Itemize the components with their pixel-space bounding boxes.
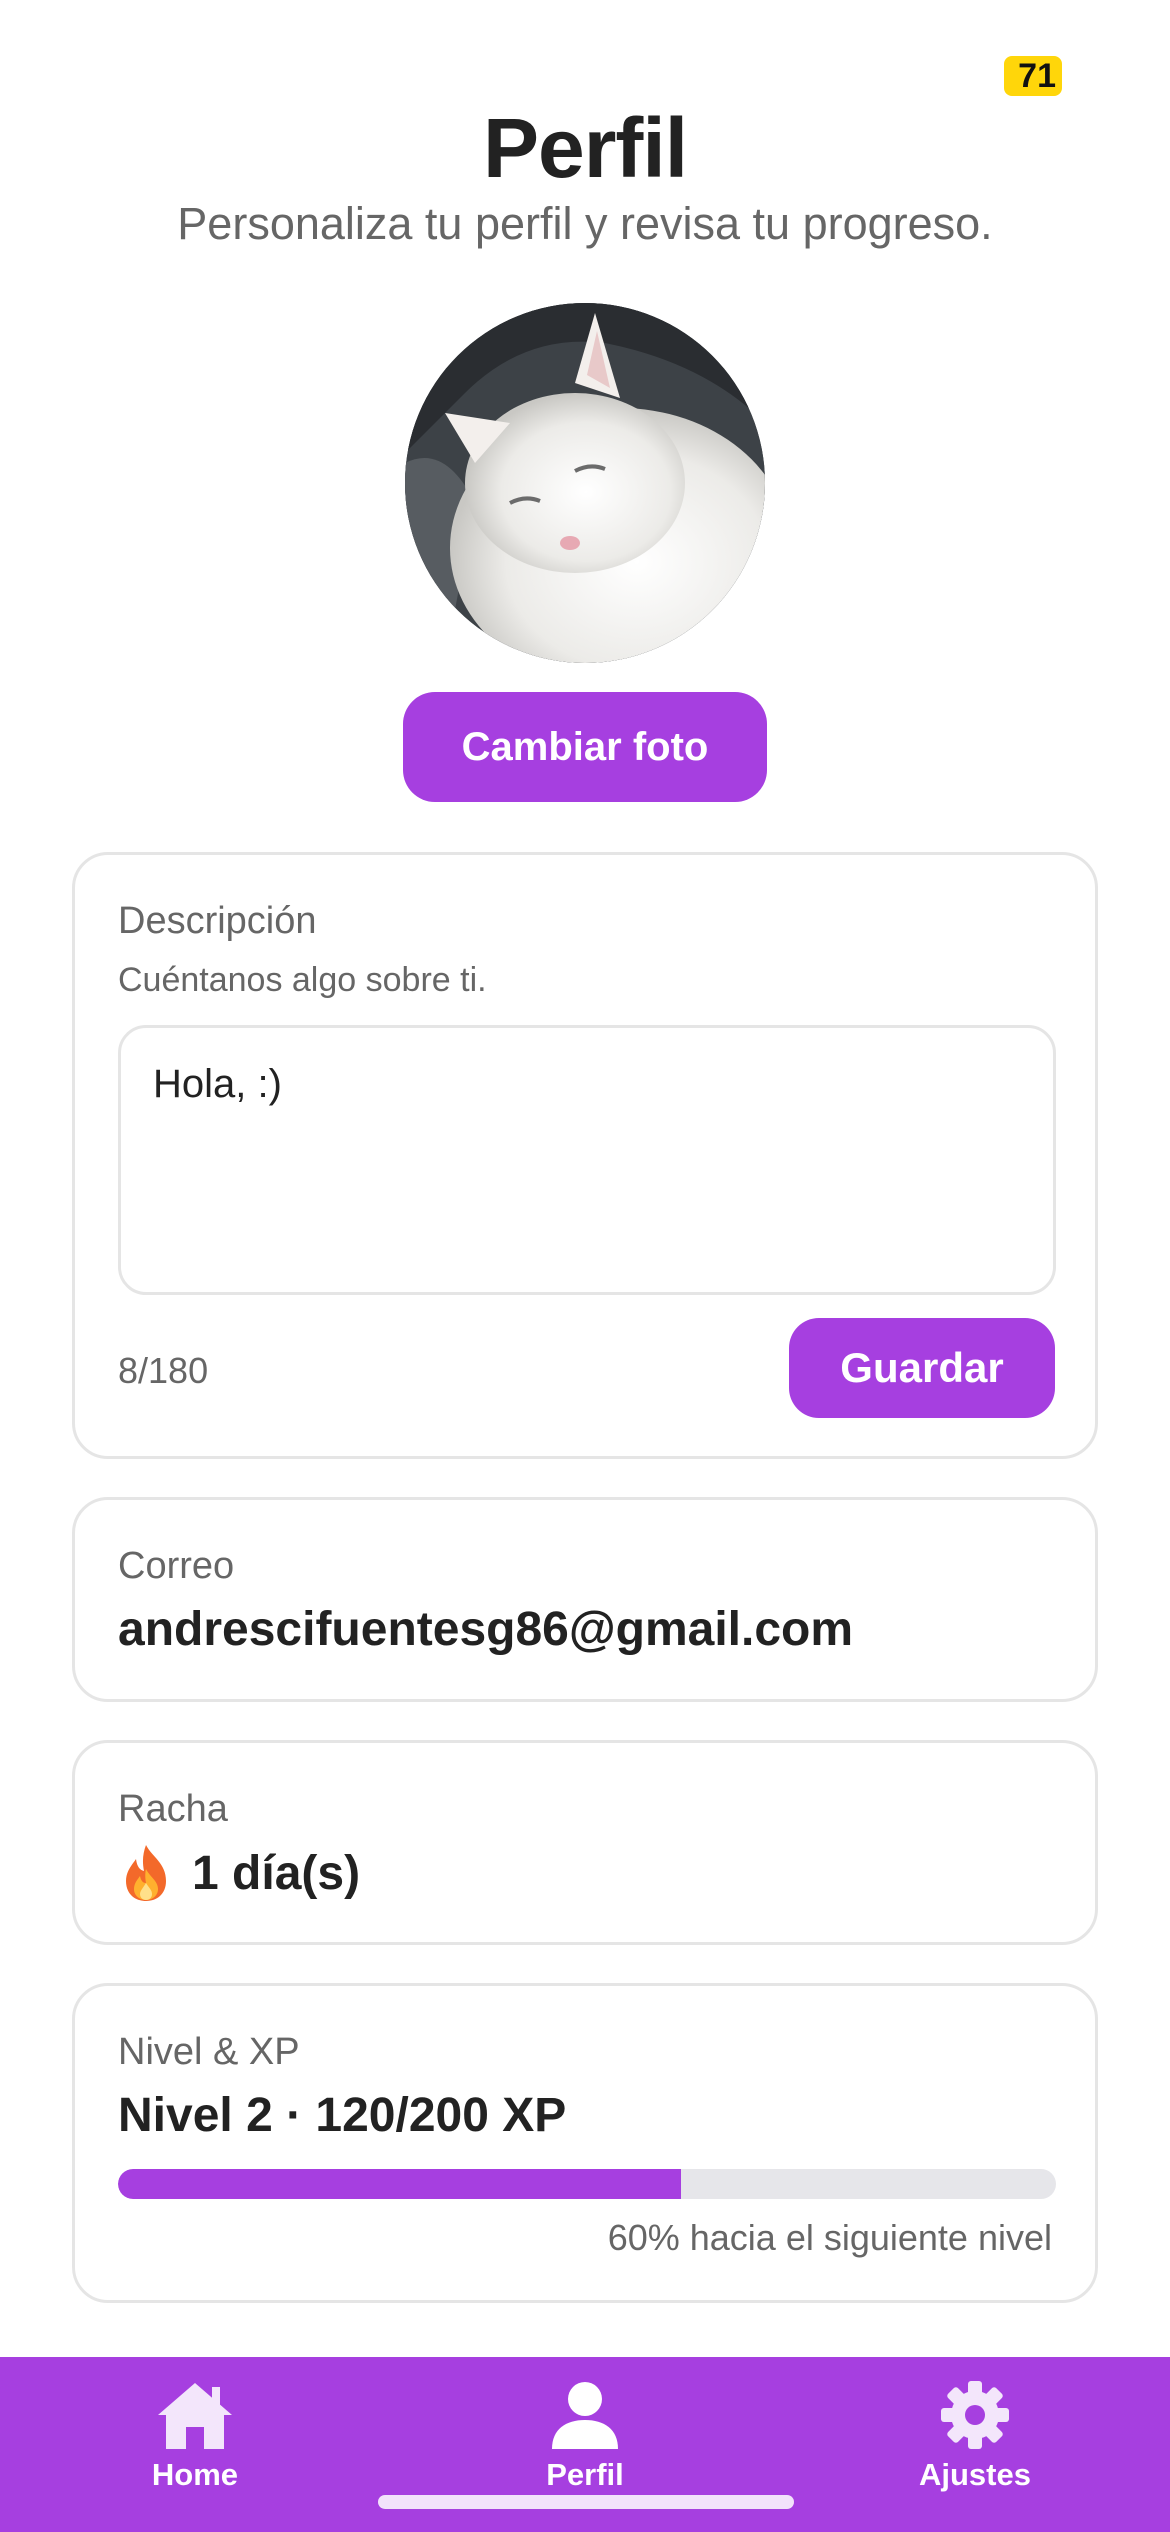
tab-home-label: Home bbox=[151, 2457, 239, 2492]
level-card: Nivel & XP Nivel 2 · 120/200 XP 60% haci… bbox=[72, 1983, 1098, 2303]
character-counter: 8/180 bbox=[118, 1350, 209, 1391]
streak-card: Racha 1 día(s) bbox=[72, 1740, 1098, 1945]
status-badge: 71 bbox=[1004, 56, 1062, 96]
fire-icon bbox=[126, 1845, 166, 1901]
home-indicator bbox=[378, 2495, 794, 2509]
xp-progress-bar bbox=[118, 2169, 1056, 2199]
level-label: Nivel & XP bbox=[118, 2031, 300, 2073]
description-card: Descripción Cuéntanos algo sobre ti. Hol… bbox=[72, 852, 1098, 1459]
avatar bbox=[405, 303, 765, 663]
email-label: Correo bbox=[118, 1545, 235, 1587]
streak-label: Racha bbox=[118, 1788, 228, 1830]
email-card: Correo andrescifuentesg86@gmail.com bbox=[72, 1497, 1098, 1702]
progress-caption: 60% hacia el siguiente nivel bbox=[607, 2217, 1052, 2258]
page-title: Perfil bbox=[482, 101, 688, 195]
tab-profile-label: Perfil bbox=[546, 2457, 624, 2492]
level-value: Nivel 2 · 120/200 XP bbox=[118, 2089, 567, 2142]
home-icon bbox=[158, 2383, 232, 2449]
change-photo-button[interactable]: Cambiar foto bbox=[403, 692, 767, 802]
tab-settings-label: Ajustes bbox=[919, 2457, 1031, 2492]
page-subtitle: Personaliza tu perfil y revisa tu progre… bbox=[177, 198, 993, 249]
description-hint: Cuéntanos algo sobre ti. bbox=[118, 961, 487, 999]
tab-profile[interactable]: Perfil bbox=[485, 2379, 685, 2493]
tab-settings[interactable]: Ajustes bbox=[875, 2379, 1075, 2493]
save-button[interactable]: Guardar bbox=[789, 1318, 1055, 1418]
gear-icon bbox=[941, 2381, 1009, 2449]
avatar-photo bbox=[405, 303, 765, 663]
tab-home[interactable]: Home bbox=[95, 2379, 295, 2493]
streak-value: 1 día(s) bbox=[192, 1846, 361, 1900]
description-textarea[interactable]: Hola, :) bbox=[118, 1025, 1056, 1295]
email-value: andrescifuentesg86@gmail.com bbox=[118, 1603, 854, 1656]
xp-progress-fill bbox=[118, 2169, 681, 2199]
person-icon bbox=[552, 2382, 618, 2449]
description-label: Descripción bbox=[118, 900, 317, 942]
streak-row: 1 día(s) bbox=[118, 1843, 360, 1903]
